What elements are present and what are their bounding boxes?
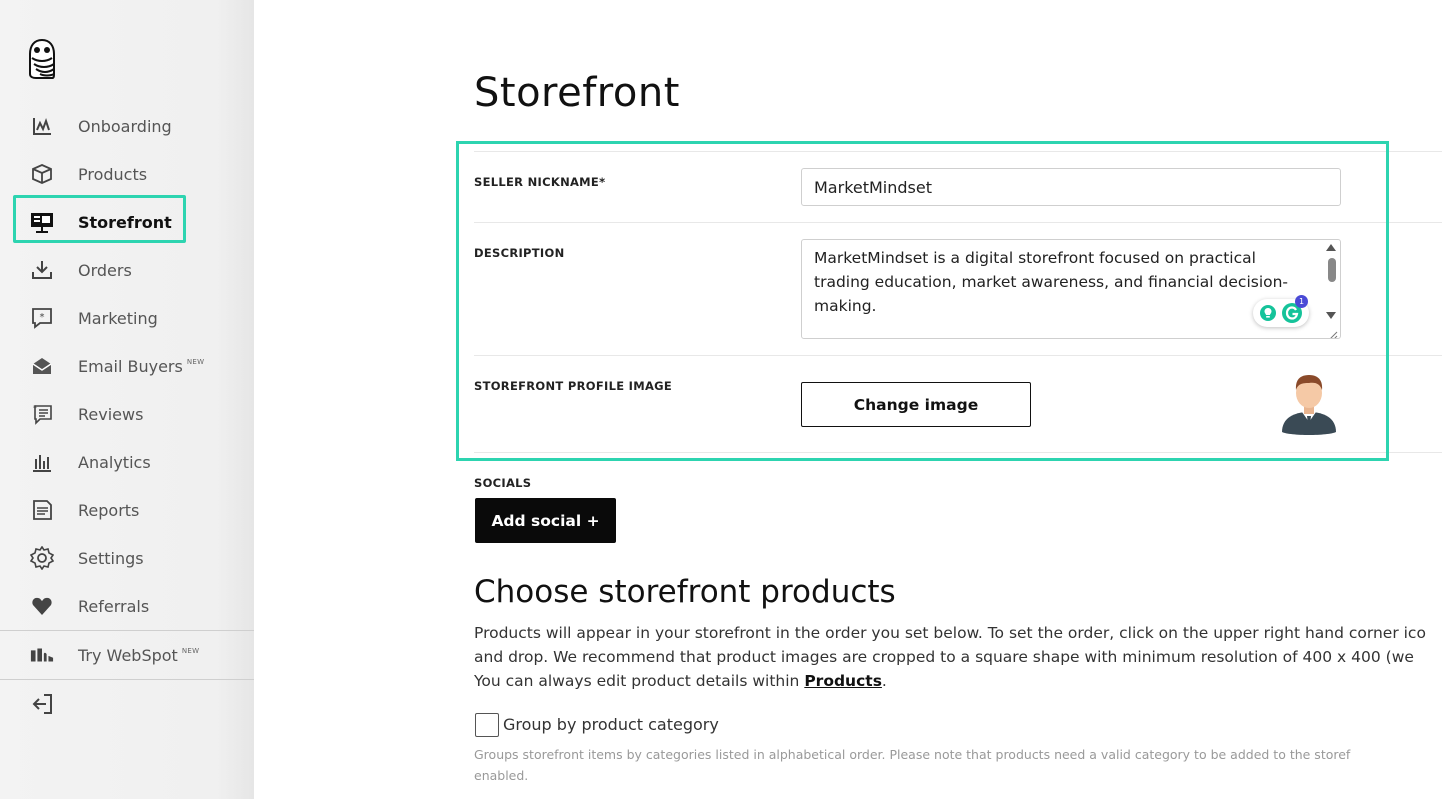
sidebar-item-email-buyers[interactable]: Email Buyers NEW: [0, 346, 254, 386]
new-badge: NEW: [186, 357, 205, 366]
group-by-category-checkbox[interactable]: [475, 713, 499, 737]
description-text: MarketMindset is a digital storefront fo…: [814, 246, 1314, 318]
reviews-list-icon: *: [30, 402, 54, 426]
svg-text:*: *: [40, 312, 45, 323]
group-by-category-label[interactable]: Group by product category: [503, 715, 719, 734]
svg-text:*: *: [33, 404, 37, 413]
lightbulb-icon[interactable]: [1259, 304, 1277, 322]
sidebar-item-referrals[interactable]: Referrals: [0, 586, 254, 626]
change-image-button[interactable]: Change image: [801, 382, 1031, 427]
scroll-up-arrow-icon[interactable]: [1326, 244, 1336, 251]
instructions-line: Products will appear in your storefront …: [474, 624, 1426, 642]
products-link[interactable]: Products: [804, 672, 882, 690]
onboarding-chart-icon: [30, 114, 54, 138]
box-icon: [30, 162, 54, 186]
sidebar-item-marketing[interactable]: * Marketing: [0, 298, 254, 338]
new-badge: NEW: [181, 646, 200, 655]
sidebar-item-label: Email Buyers NEW: [78, 356, 205, 376]
page-title: Storefront: [474, 70, 680, 116]
sidebar-item-storefront[interactable]: Storefront: [0, 202, 254, 242]
document-icon: [30, 498, 54, 522]
sidebar-item-products[interactable]: Products: [0, 154, 254, 194]
resize-grip-icon[interactable]: [1328, 326, 1338, 338]
sidebar-item-label: Reviews: [78, 404, 144, 424]
sidebar-item-analytics[interactable]: Analytics: [0, 442, 254, 482]
sidebar-item-settings[interactable]: Settings: [0, 538, 254, 578]
group-by-category-help: Groups storefront items by categories li…: [474, 744, 1442, 786]
sidebar-item-label: Marketing: [78, 308, 158, 328]
sidebar-item-label: Onboarding: [78, 116, 172, 136]
speech-bubble-star-icon: *: [30, 306, 54, 330]
instructions-line: You can always edit product details with…: [474, 672, 887, 690]
help-line: enabled.: [474, 768, 529, 783]
description-line: making.: [814, 297, 877, 315]
sidebar-item-try-webspot[interactable]: Try WebSpot NEW: [0, 635, 254, 675]
sidebar-item-label: Orders: [78, 260, 132, 280]
socials-label: SOCIALS: [474, 476, 532, 490]
download-tray-icon: [30, 258, 54, 282]
owl-logo-icon[interactable]: [28, 38, 56, 80]
seller-nickname-label: SELLER NICKNAME*: [474, 175, 606, 189]
logout-icon[interactable]: [30, 692, 54, 716]
gear-icon: [30, 546, 54, 570]
help-line: Groups storefront items by categories li…: [474, 747, 1351, 762]
instructions-line: and drop. We recommend that product imag…: [474, 648, 1414, 666]
sidebar-item-label: Analytics: [78, 452, 151, 472]
grammarly-widget[interactable]: 1: [1253, 295, 1309, 327]
description-label: DESCRIPTION: [474, 246, 565, 260]
sidebar-item-label: Reports: [78, 500, 140, 520]
sidebar-item-label: Products: [78, 164, 148, 184]
heart-tag-icon: [30, 594, 54, 618]
sidebar-item-onboarding[interactable]: Onboarding: [0, 106, 254, 146]
bar-chart-icon: [30, 450, 54, 474]
sidebar-item-reviews[interactable]: * Reviews: [0, 394, 254, 434]
sidebar: Onboarding Products Storefront Orders * …: [0, 0, 254, 799]
sidebar-item-label: Storefront: [78, 212, 172, 232]
profile-image-label: STOREFRONT PROFILE IMAGE: [474, 379, 673, 393]
scroll-down-arrow-icon[interactable]: [1326, 312, 1336, 319]
sidebar-item-reports[interactable]: Reports: [0, 490, 254, 530]
sidebar-item-label: Try WebSpot NEW: [78, 645, 200, 665]
storefront-monitor-icon: [30, 210, 54, 234]
choose-products-title: Choose storefront products: [474, 574, 896, 610]
add-social-button[interactable]: Add social +: [475, 498, 616, 543]
envelope-icon: [30, 354, 54, 378]
sidebar-divider: [0, 679, 254, 680]
sidebar-item-label: Settings: [78, 548, 144, 568]
description-line: trading education, market awareness, and…: [814, 273, 1289, 291]
sidebar-divider: [0, 630, 254, 631]
webspot-icon: [30, 643, 54, 667]
description-line: MarketMindset is a digital storefront fo…: [814, 249, 1256, 267]
profile-avatar-icon: [1280, 372, 1338, 436]
products-instructions: Products will appear in your storefront …: [474, 621, 1442, 693]
sidebar-item-label: Referrals: [78, 596, 150, 616]
grammarly-count-badge: 1: [1295, 295, 1308, 308]
scrollbar-thumb[interactable]: [1328, 258, 1336, 282]
seller-nickname-input[interactable]: [801, 168, 1341, 206]
sidebar-item-orders[interactable]: Orders: [0, 250, 254, 290]
